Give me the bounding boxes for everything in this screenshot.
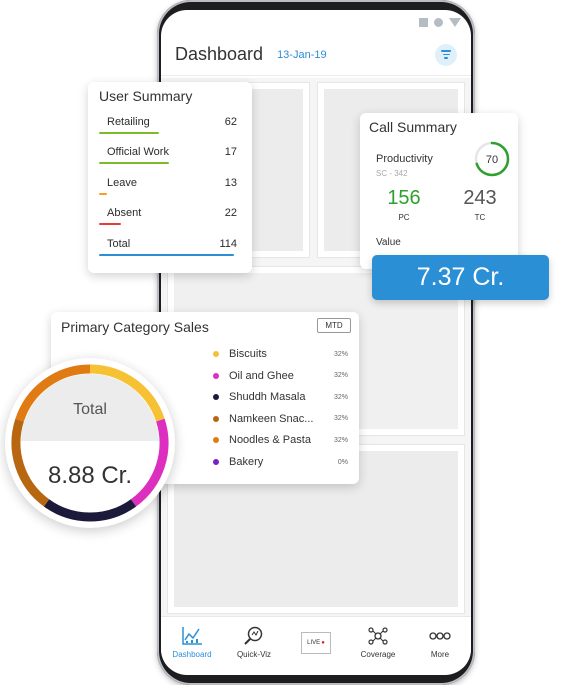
donut-svg (11, 364, 169, 522)
donut-total-value: 8.88 Cr. (47, 462, 133, 489)
user-summary-underline (99, 223, 121, 225)
category-legend-item[interactable]: Oil and Ghee 32% (213, 368, 348, 384)
user-summary-value: 22 (224, 207, 237, 219)
user-summary-label: Total (107, 237, 131, 250)
home-icon (434, 17, 443, 27)
nav-quick-viz-label: Quick-Viz (236, 650, 272, 659)
category-name: Oil and Ghee (229, 369, 294, 382)
bottom-nav: Dashboard Quick-Viz LIVE ● Coverage More (161, 616, 471, 668)
donut-total-label: Total (73, 401, 107, 418)
category-name: Namkeen Snac... (229, 412, 314, 425)
productivity-label: Productivity (376, 153, 433, 165)
call-summary-title: Call Summary (369, 119, 457, 135)
value-amount-badge[interactable]: 7.37 Cr. (372, 255, 549, 300)
live-icon: LIVE ● (301, 631, 331, 654)
pc-label: PC (398, 213, 410, 222)
category-percent: 32% (333, 372, 348, 380)
productivity-ring: 70 (474, 141, 510, 177)
nav-dashboard[interactable]: Dashboard (161, 617, 223, 668)
category-name: Bakery (229, 456, 264, 468)
user-summary-list: Retailing 62 Official Work 17 Leave 13 Absent 2… (99, 104, 242, 257)
recent-apps-icon (419, 17, 428, 27)
more-dots-icon (429, 632, 451, 640)
category-percent: 32% (333, 436, 348, 444)
category-legend-item[interactable]: Bakery 0% (213, 454, 348, 470)
category-percent: 32% (333, 350, 348, 358)
category-legend-item[interactable]: Shuddh Masala 32% (213, 389, 348, 405)
legend-color-dot (213, 372, 219, 379)
back-icon (449, 17, 461, 27)
user-summary-row[interactable]: Total 114 (99, 226, 242, 257)
user-summary-row[interactable]: Leave 13 (99, 165, 242, 196)
legend-color-dot (213, 394, 219, 401)
category-name: Shuddh Masala (229, 391, 306, 404)
pc-value: 156 (387, 187, 421, 209)
magnifier-icon (244, 626, 263, 645)
user-summary-row[interactable]: Retailing 62 (99, 104, 242, 135)
category-percent: 0% (337, 458, 348, 466)
call-summary-card[interactable]: Call Summary Productivity SC - 342 70 15… (360, 113, 518, 269)
category-legend-item[interactable]: Biscuits 32% (213, 346, 348, 362)
user-summary-underline (99, 162, 169, 164)
sc-count: SC - 342 (376, 169, 408, 178)
category-percent: 32% (333, 415, 348, 423)
user-summary-title: User Summary (99, 88, 193, 104)
tc-value: 243 (463, 187, 497, 209)
legend-color-dot (213, 459, 219, 465)
filter-button[interactable] (435, 43, 457, 66)
nav-coverage-label: Coverage (360, 650, 396, 659)
user-summary-underline (99, 131, 159, 134)
user-summary-label: Retailing (107, 115, 150, 128)
user-summary-label: Leave (107, 176, 137, 189)
donut-segment[interactable] (43, 499, 137, 522)
legend-color-dot (213, 351, 219, 357)
nav-quick-viz[interactable]: Quick-Viz (223, 617, 285, 668)
user-summary-card[interactable]: User Summary Retailing 62 Official Work 17 L… (88, 82, 252, 273)
status-bar (161, 10, 471, 34)
category-legend-item[interactable]: Noodles & Pasta 32% (213, 432, 348, 448)
page-title: Dashboard (175, 44, 264, 64)
category-legend-item[interactable]: Namkeen Snac... 32% (213, 411, 348, 427)
user-summary-underline (99, 192, 107, 195)
filter-icon-line (442, 53, 450, 56)
nav-coverage[interactable]: Coverage (347, 617, 409, 668)
dashboard-chart-icon (182, 627, 202, 645)
category-name: Biscuits (229, 348, 267, 360)
nav-more-label: More (430, 650, 450, 659)
user-summary-value: 114 (219, 237, 237, 250)
category-percent: 32% (333, 393, 348, 401)
filter-icon (441, 50, 451, 52)
period-dropdown[interactable]: MTD (317, 318, 351, 333)
header-date[interactable]: 13-Jan-19 (277, 49, 327, 61)
user-summary-value: 13 (224, 176, 237, 189)
nav-dashboard-label: Dashboard (172, 650, 212, 659)
legend-color-dot (213, 415, 219, 422)
category-name: Noodles & Pasta (229, 434, 311, 447)
coverage-network-icon (368, 627, 388, 645)
value-label: Value (376, 237, 401, 248)
user-summary-row[interactable]: Absent 22 (99, 196, 242, 227)
category-donut-chart[interactable]: Total 8.88 Cr. (5, 358, 175, 528)
nav-more[interactable]: More (409, 617, 471, 668)
user-summary-row[interactable]: Official Work 17 (99, 135, 242, 166)
app-header: Dashboard 13-Jan-19 (161, 34, 471, 76)
category-sales-title: Primary Category Sales (61, 319, 209, 335)
user-summary-label: Absent (107, 207, 142, 219)
filter-icon-line (444, 57, 448, 59)
user-summary-underline (99, 253, 234, 256)
user-summary-value: 62 (224, 115, 237, 128)
user-summary-value: 17 (224, 146, 237, 158)
productivity-value: 70 (486, 154, 498, 166)
user-summary-label: Official Work (107, 146, 169, 158)
live-text: LIVE (307, 639, 321, 646)
nav-live[interactable]: LIVE ● (285, 617, 347, 668)
tc-label: TC (474, 213, 486, 222)
legend-color-dot (213, 437, 219, 444)
